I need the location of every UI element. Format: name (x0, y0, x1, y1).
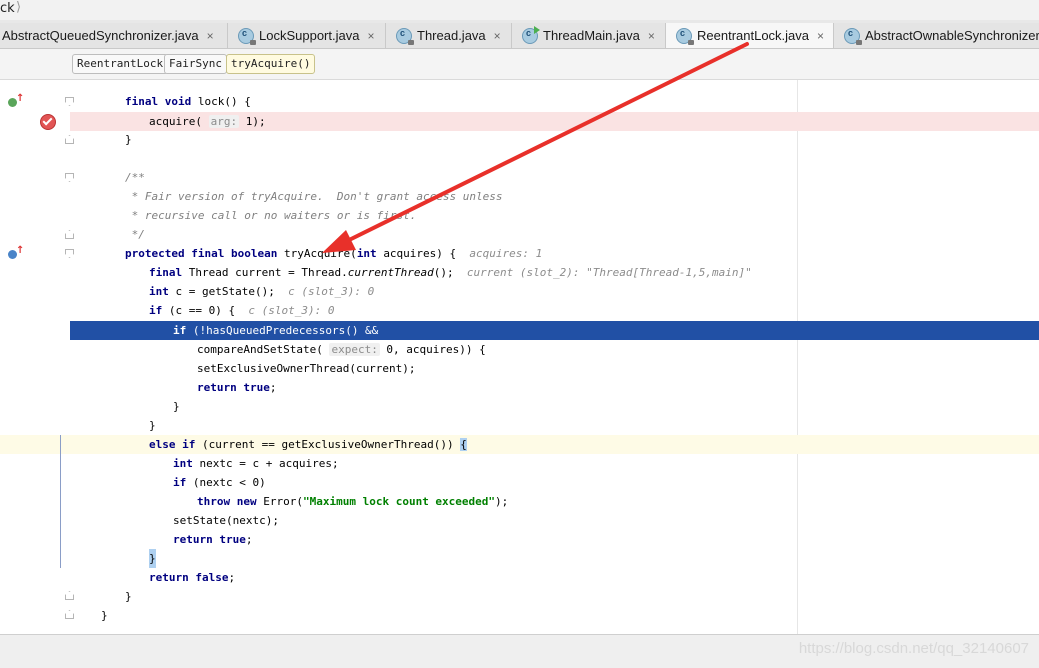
breadcrumb: ReentrantLock FairSync tryAcquire() (0, 49, 1039, 80)
code-line: } (125, 590, 132, 603)
tab-thread[interactable]: c Thread.java × (386, 23, 512, 48)
tab-abstract-ownable-synchronizer[interactable]: c AbstractOwnableSynchronizer (834, 23, 1039, 48)
close-icon[interactable]: × (494, 29, 501, 43)
tab-label: AbstractQueuedSynchronizer.java (2, 28, 199, 43)
class-icon: c (238, 27, 256, 45)
runnable-class-icon: c (522, 25, 540, 44)
tab-reentrant-lock[interactable]: c ReentrantLock.java × (666, 23, 834, 48)
code-line: setExclusiveOwnerThread(current); (197, 362, 416, 375)
close-icon[interactable]: × (207, 29, 214, 43)
tab-label: AbstractOwnableSynchronizer (865, 28, 1039, 43)
code-line: compareAndSetState( expect: 0, acquires)… (197, 343, 486, 356)
tab-lock-support[interactable]: c LockSupport.java × (228, 23, 386, 48)
breadcrumb-inner-class[interactable]: FairSync (164, 54, 227, 74)
code-line: final void lock() { (125, 95, 251, 108)
class-icon: c (844, 27, 862, 45)
code-editor[interactable]: ↑ ↑ final void lock() { acquire( arg: 1)… (0, 80, 1039, 634)
code-line: } (125, 133, 132, 146)
close-icon[interactable]: × (648, 29, 655, 43)
code-line: /** (125, 171, 145, 184)
tab-thread-main[interactable]: c ThreadMain.java × (512, 23, 666, 48)
debug-inline-value: c (slot_3): 0 (288, 285, 375, 298)
parameter-hint: arg: (208, 115, 240, 128)
watermark: https://blog.csdn.net/qq_32140607 (798, 640, 1029, 657)
close-icon[interactable]: × (817, 29, 824, 43)
debug-inline-value: acquires: 1 (469, 247, 543, 260)
code-line: if (nextc < 0) (173, 476, 266, 489)
code-line: else if (current == getExclusiveOwnerThr… (149, 438, 467, 451)
code-line: protected final boolean tryAcquire(int a… (125, 247, 543, 260)
code-line: return true; (197, 381, 277, 394)
breadcrumb-method[interactable]: tryAcquire() (226, 54, 316, 74)
code-line: } (149, 419, 156, 432)
class-icon: c (676, 27, 694, 45)
code-line: throw new Error("Maximum lock count exce… (197, 495, 509, 508)
code-line: int c = getState(); c (slot_3): 0 (149, 285, 375, 298)
code-line: final Thread current = Thread.currentThr… (149, 266, 752, 279)
path-fragment[interactable]: ck (0, 1, 15, 16)
code-line: } (173, 400, 180, 413)
code-line: * recursive call or no waiters or is fir… (125, 209, 417, 222)
code-line-current: if (!hasQueuedPredecessors() && (173, 324, 379, 337)
tab-abstract-queued-synchronizer[interactable]: AbstractQueuedSynchronizer.java × (0, 23, 228, 48)
code-line: } (0, 549, 1039, 568)
close-icon[interactable]: × (367, 29, 374, 43)
code-line: if (c == 0) { c (slot_3): 0 (149, 304, 335, 317)
matched-brace: } (149, 549, 156, 568)
code-line: return true; (173, 533, 253, 546)
status-bar: https://blog.csdn.net/qq_32140607 (0, 634, 1039, 668)
navigation-path-bar: ck ⟩ (0, 0, 1039, 20)
parameter-hint: expect: (329, 343, 380, 356)
tab-label: Thread.java (417, 28, 486, 43)
code-line: int nextc = c + acquires; (173, 457, 339, 470)
debug-inline-value: current (slot_2): "Thread[Thread-1,5,mai… (466, 266, 752, 279)
code-line: */ (125, 228, 145, 241)
code-line: acquire( arg: 1); (149, 115, 266, 128)
code-line: return false; (149, 571, 236, 584)
code-line: * Fair version of tryAcquire. Don't gran… (125, 190, 503, 203)
code-line: setState(nextc); (173, 514, 279, 527)
matched-brace: { (460, 438, 467, 451)
class-icon: c (396, 27, 414, 45)
path-separator: ⟩ (16, 0, 22, 15)
tab-label: LockSupport.java (259, 28, 360, 43)
editor-tab-bar: AbstractQueuedSynchronizer.java × c Lock… (0, 20, 1039, 49)
tab-label: ReentrantLock.java (697, 28, 810, 43)
debug-inline-value: c (slot_3): 0 (248, 304, 335, 317)
breadcrumb-class[interactable]: ReentrantLock (72, 54, 169, 74)
tab-label: ThreadMain.java (543, 28, 640, 43)
code-line: } (101, 609, 108, 622)
